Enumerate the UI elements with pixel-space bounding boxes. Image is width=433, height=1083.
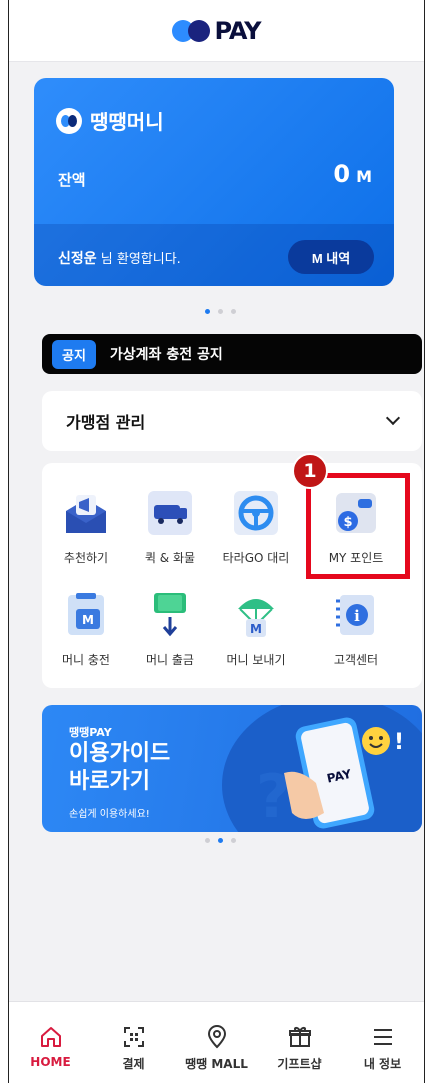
app-frame: PAY 땡땡머니 잔액 0M 신정운 님 환영합니다. M 내역 공지 가상계좌… [8, 0, 425, 1083]
menu-money-charge[interactable]: M 머니 충전 [42, 591, 130, 668]
gift-icon [288, 1027, 311, 1047]
money-send-icon: M [232, 591, 280, 639]
money-logo-icon [56, 107, 82, 134]
svg-text:?: ? [256, 762, 291, 831]
megaphone-icon [62, 489, 110, 537]
phone-hand-illustration: ? PAY ! [256, 717, 404, 831]
tab-gift-shop[interactable]: 기프트샵 [258, 1002, 341, 1083]
step-badge: 1 [292, 453, 328, 489]
m-history-button[interactable]: M 내역 [288, 240, 374, 274]
svg-text:i: i [354, 607, 360, 625]
scan-icon [123, 1027, 144, 1047]
welcome-message: 신정운 님 환영합니다. [58, 251, 181, 267]
tab-mall[interactable]: 땡땡 MALL [175, 1002, 258, 1083]
menu-money-send[interactable]: M 머니 보내기 [212, 591, 300, 668]
location-pin-icon [207, 1025, 226, 1049]
top-bar: PAY [9, 0, 424, 62]
money-card[interactable]: 땡땡머니 잔액 0M 신정운 님 환영합니다. M 내역 [34, 78, 394, 286]
highlight-box [306, 473, 410, 579]
notice-text: 가상계좌 충전 공지 [109, 347, 223, 363]
truck-icon [146, 489, 194, 537]
menu-icon [373, 1029, 392, 1045]
menu-money-withdraw[interactable]: 머니 출금 [126, 591, 214, 668]
info-notebook-icon: i [332, 591, 380, 639]
money-charge-icon: M [62, 591, 110, 639]
balance-label: 잔액 [58, 171, 86, 189]
merchant-management-label: 가맹점 관리 [66, 413, 146, 432]
guide-title: 이용가이드 바로가기 [69, 741, 171, 794]
svg-text:!: ! [394, 730, 404, 755]
steering-wheel-icon [232, 489, 280, 537]
svg-text:M: M [250, 622, 262, 636]
tab-payment[interactable]: 결제 [92, 1002, 175, 1083]
menu-quick-cargo[interactable]: 퀵 & 화물 [126, 489, 214, 566]
svg-text:M: M [82, 613, 94, 627]
menu-customer-center[interactable]: i 고객센터 [312, 591, 400, 668]
notice-bar[interactable]: 공지 가상계좌 충전 공지 [42, 334, 422, 374]
app-logo: PAY [172, 17, 262, 45]
menu-recommend[interactable]: 추천하기 [42, 489, 130, 566]
home-icon [40, 1027, 61, 1047]
guide-small-title: 땡땡PAY [69, 726, 112, 739]
menu-tarago[interactable]: 타라GO 대리 [212, 489, 300, 566]
balance-value: 0M [333, 160, 372, 188]
money-withdraw-icon [146, 591, 194, 639]
carousel-dots-top [205, 309, 236, 314]
tab-home[interactable]: HOME [9, 1002, 92, 1083]
bottom-nav: HOME 결제 땡땡 MALL 기프트샵 내 정보 [9, 1001, 424, 1083]
money-card-title: 땡땡머니 [90, 110, 164, 134]
carousel-dots-bottom [205, 838, 236, 843]
notice-tag: 공지 [52, 339, 96, 369]
merchant-management-dropdown[interactable]: 가맹점 관리 [42, 391, 422, 451]
tab-my-info[interactable]: 내 정보 [341, 1002, 424, 1083]
guide-subtitle: 손쉽게 이용하세요! [69, 809, 150, 820]
chevron-down-icon [385, 410, 401, 426]
guide-banner[interactable]: 땡땡PAY 이용가이드 바로가기 손쉽게 이용하세요! ? PAY ! [42, 705, 422, 832]
